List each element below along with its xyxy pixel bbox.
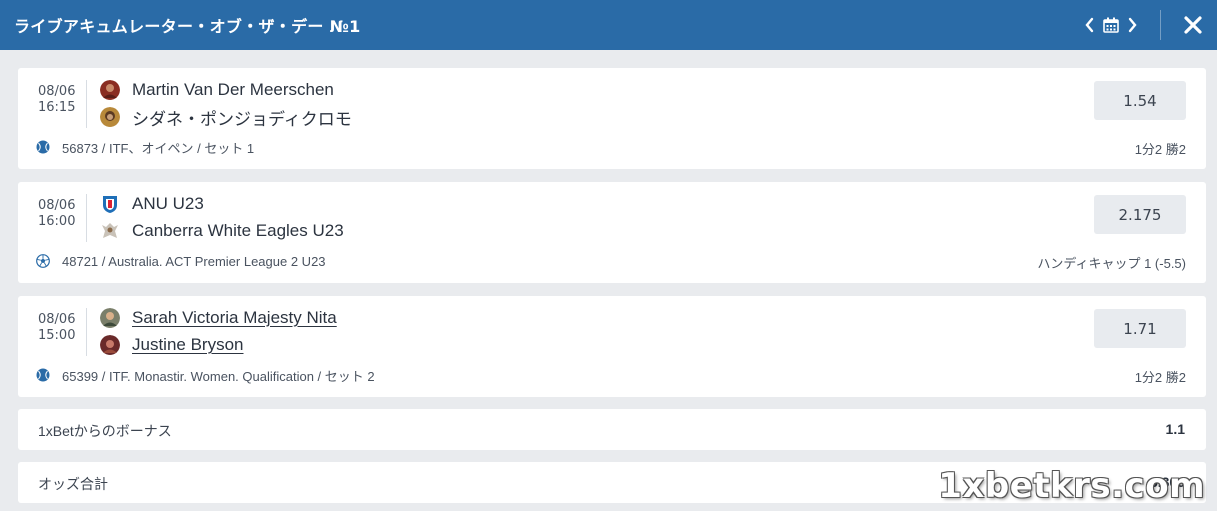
team-2: Justine Bryson	[100, 333, 244, 357]
match-card: 08/06 16:15 Martin Van Der Meerschen シダネ…	[18, 68, 1206, 169]
league-info: 48721 / Australia. ACT Premier League 2 …	[36, 253, 326, 269]
header-divider	[1160, 10, 1161, 40]
prev-button[interactable]	[1078, 0, 1100, 50]
match-time: 16:00	[38, 214, 76, 229]
close-icon	[1184, 16, 1202, 34]
calendar-button[interactable]	[1100, 0, 1122, 50]
team-1-name: Martin Van Der Meerschen	[132, 80, 334, 99]
team-2-name: シダネ・ポンジョディクロモ	[132, 109, 352, 129]
bet-type: 1分2 勝2	[1134, 142, 1186, 157]
player-avatar	[100, 107, 120, 127]
team-2: Canberra White Eagles U23	[100, 219, 344, 243]
team-2-link[interactable]: Justine Bryson	[132, 335, 244, 355]
soccer-ball-icon	[36, 254, 50, 268]
player-avatar	[100, 308, 120, 328]
bonus-label: 1xBetからのボーナス	[38, 423, 172, 439]
bonus-value: 1.1	[1165, 421, 1185, 437]
calendar-icon	[1103, 17, 1119, 33]
header-bar: ライブアキュムレーター・オブ・ザ・デー №1	[0, 0, 1217, 50]
total-odds-label: オッズ合計	[38, 476, 108, 492]
league-text: 56873 / ITF、オイペン / セット 1	[62, 140, 255, 156]
match-time: 15:00	[38, 328, 76, 343]
team-1: Sarah Victoria Majesty Nita	[100, 306, 337, 330]
odd-button[interactable]: 2.175	[1094, 195, 1186, 234]
odd-button[interactable]: 1.71	[1094, 309, 1186, 348]
match-date: 08/06	[38, 198, 76, 213]
team-1-name: ANU U23	[132, 194, 204, 213]
chevron-right-icon	[1128, 17, 1137, 33]
player-avatar	[100, 80, 120, 100]
league-text: 48721 / Australia. ACT Premier League 2 …	[62, 253, 326, 269]
odd-button[interactable]: 1.54	[1094, 81, 1186, 120]
match-card: 08/06 16:00 ANU U23 Canberra White Eagle…	[18, 182, 1206, 283]
league-info: 56873 / ITF、オイペン / セット 1	[36, 139, 255, 156]
team-2-name: Canberra White Eagles U23	[132, 221, 344, 240]
chevron-left-icon	[1085, 17, 1094, 33]
divider	[86, 308, 87, 356]
page-title: ライブアキュムレーター・オブ・ザ・デー №1	[14, 17, 361, 36]
watermark: 1xbetkrs.com	[938, 466, 1205, 506]
match-datetime: 08/06 16:00	[38, 198, 78, 230]
match-datetime: 08/06 15:00	[38, 312, 78, 344]
tennis-ball-icon	[36, 140, 50, 154]
close-button[interactable]	[1175, 0, 1211, 50]
bonus-row: 1xBetからのボーナス 1.1	[18, 409, 1206, 450]
divider	[86, 80, 87, 128]
bet-type: ハンディキャップ 1 (-5.5)	[1037, 256, 1186, 271]
team-2: シダネ・ポンジョディクロモ	[100, 105, 352, 129]
tennis-ball-icon	[36, 368, 50, 382]
match-time: 16:15	[38, 100, 76, 115]
bet-type: 1分2 勝2	[1134, 370, 1186, 385]
match-datetime: 08/06 16:15	[38, 84, 78, 116]
header-controls	[1078, 0, 1217, 50]
team-logo	[100, 194, 120, 214]
league-info: 65399 / ITF. Monastir. Women. Qualificat…	[36, 367, 375, 384]
player-avatar	[100, 335, 120, 355]
team-1: ANU U23	[100, 192, 204, 216]
league-text: 65399 / ITF. Monastir. Women. Qualificat…	[62, 368, 375, 384]
match-date: 08/06	[38, 312, 76, 327]
team-1-link[interactable]: Sarah Victoria Majesty Nita	[132, 308, 337, 328]
team-1: Martin Van Der Meerschen	[100, 78, 334, 102]
next-button[interactable]	[1122, 0, 1144, 50]
match-card: 08/06 15:00 Sarah Victoria Majesty Nita …	[18, 296, 1206, 397]
match-date: 08/06	[38, 84, 76, 99]
divider	[86, 194, 87, 242]
team-logo	[100, 221, 120, 241]
